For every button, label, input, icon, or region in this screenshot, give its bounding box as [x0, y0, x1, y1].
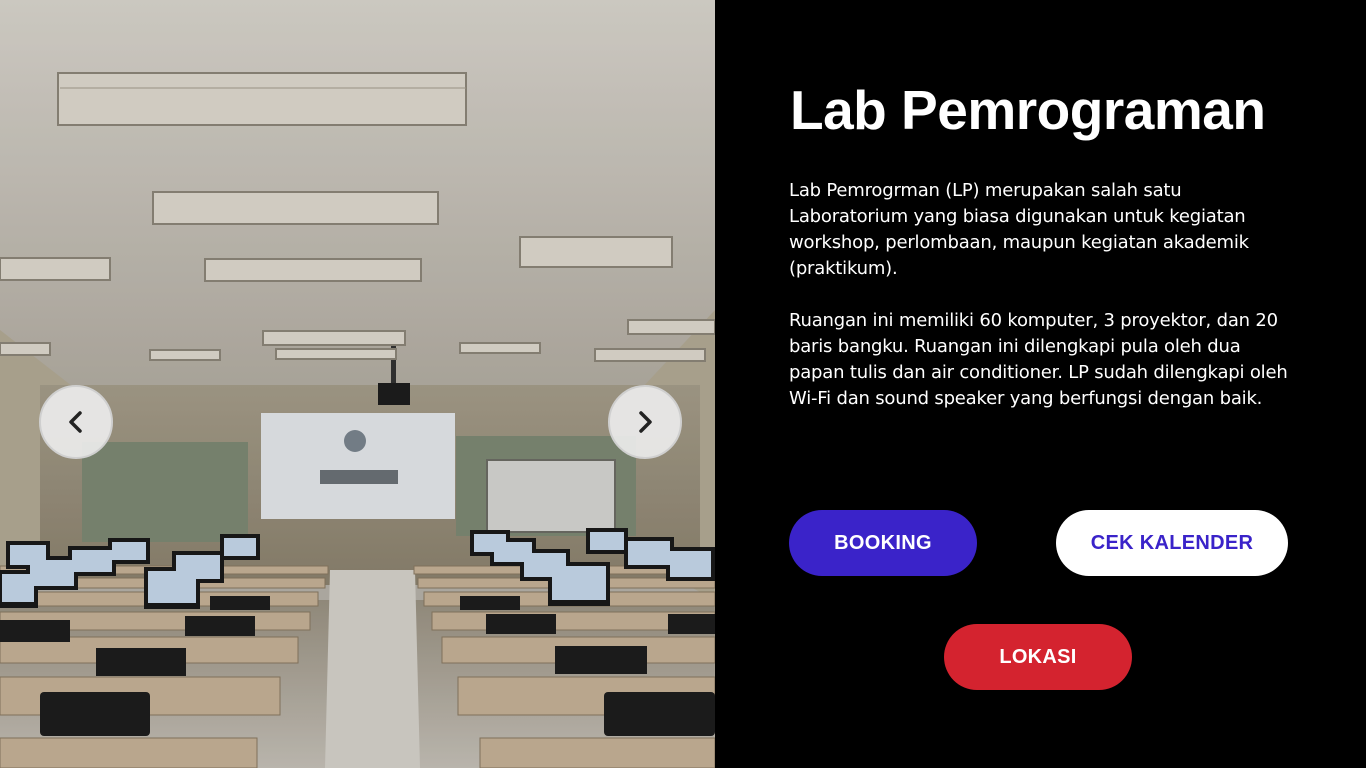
lab-info-panel: Lab Pemrograman Lab Pemrogrman (LP) meru… — [715, 0, 1366, 768]
classroom-photo — [0, 0, 715, 768]
chevron-left-icon — [69, 411, 82, 433]
page-title: Lab Pemrograman — [790, 79, 1266, 141]
lab-photo-carousel — [0, 0, 715, 768]
booking-button[interactable]: BOOKING — [789, 510, 977, 576]
carousel-next-button[interactable] — [608, 385, 682, 459]
cek-kalender-button[interactable]: CEK KALENDER — [1056, 510, 1288, 576]
lab-description-paragraph: Lab Pemrogrman (LP) merupakan salah satu… — [789, 180, 1249, 279]
lab-facilities-paragraph: Ruangan ini memiliki 60 komputer, 3 proy… — [789, 310, 1288, 409]
lokasi-button[interactable]: LOKASI — [944, 624, 1132, 690]
carousel-prev-button[interactable] — [39, 385, 113, 459]
chevron-right-icon — [639, 411, 652, 433]
